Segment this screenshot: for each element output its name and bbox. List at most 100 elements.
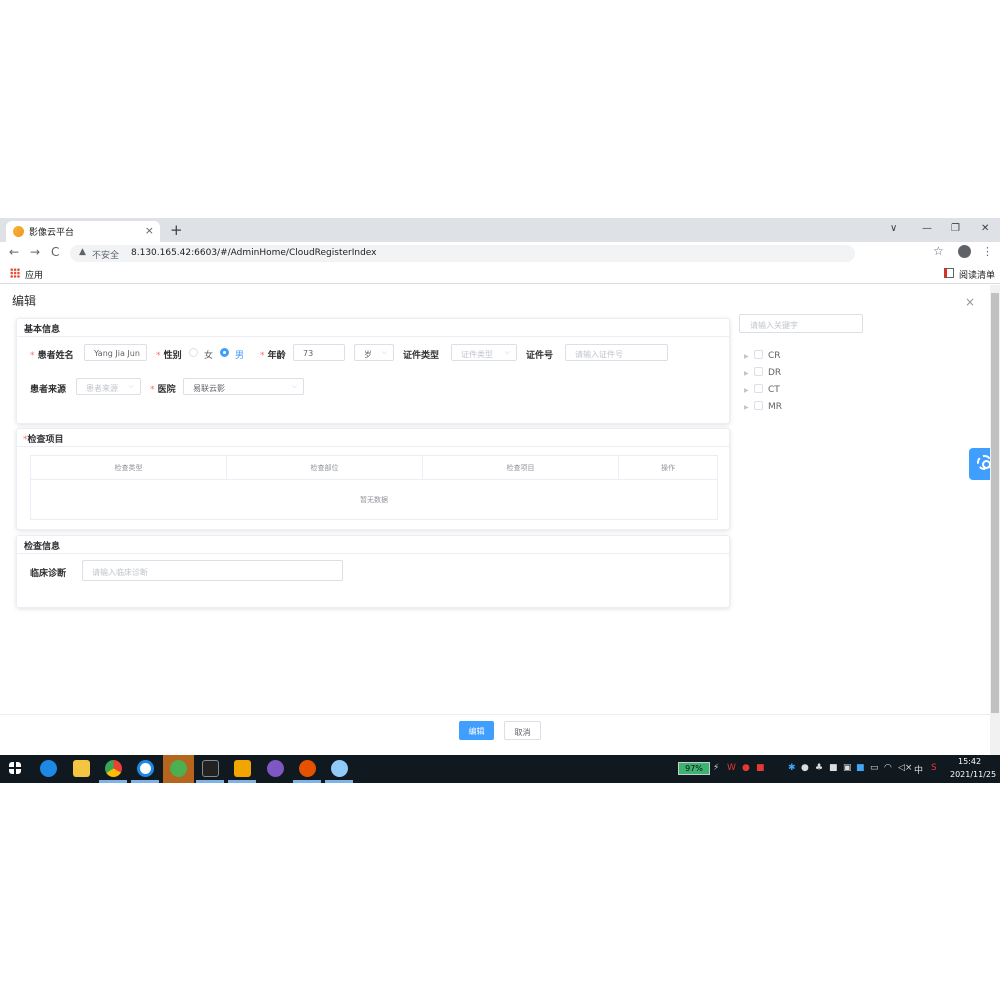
age-unit-select[interactable]: 岁 ⌵ bbox=[354, 344, 394, 361]
tray-app-icon[interactable]: ■ bbox=[756, 763, 765, 773]
tray-app-icon[interactable]: W bbox=[727, 763, 736, 773]
reading-list-label[interactable]: 阅读清单 bbox=[959, 268, 995, 281]
tree-label: CR bbox=[768, 351, 781, 361]
gender-male-radio[interactable] bbox=[220, 348, 229, 357]
reading-list-icon[interactable] bbox=[944, 268, 954, 278]
id-type-select[interactable]: 证件类型 ⌵ bbox=[451, 344, 517, 361]
diagnosis-input[interactable]: 请输入临床诊断 bbox=[82, 560, 343, 581]
basic-info-title: 基本信息 bbox=[17, 319, 729, 337]
id-type-placeholder: 证件类型 bbox=[461, 350, 493, 359]
tab-search-icon[interactable]: ∨ bbox=[890, 223, 897, 234]
reload-button[interactable]: C bbox=[51, 245, 59, 259]
scrollbar-thumb[interactable] bbox=[991, 293, 999, 713]
keyword-search-input[interactable]: 请输入关键字 bbox=[739, 314, 863, 333]
ie-browser-icon[interactable] bbox=[40, 760, 57, 777]
caret-right-icon[interactable]: ▶ bbox=[744, 404, 754, 411]
tree-item-dr[interactable]: ▶ DR bbox=[744, 367, 781, 378]
tree-item-cr[interactable]: ▶ CR bbox=[744, 350, 781, 361]
tree-checkbox[interactable] bbox=[754, 384, 763, 393]
exam-info-title: 检查信息 bbox=[17, 536, 729, 554]
app-icon[interactable] bbox=[299, 760, 316, 777]
dialog-close-icon[interactable]: × bbox=[965, 295, 975, 309]
edit-button[interactable]: 编辑 bbox=[459, 721, 494, 740]
tree-item-mr[interactable]: ▶ MR bbox=[744, 401, 782, 412]
wps-icon[interactable] bbox=[202, 760, 219, 777]
id-no-input[interactable]: 请输入证件号 bbox=[565, 344, 668, 361]
caret-right-icon[interactable]: ▶ bbox=[744, 353, 754, 360]
caret-right-icon[interactable]: ▶ bbox=[744, 370, 754, 377]
exam-items-title: *检查项目 bbox=[17, 429, 729, 447]
profile-avatar-icon[interactable] bbox=[958, 245, 971, 258]
chrome-icon[interactable] bbox=[105, 760, 122, 777]
hospital-label: * 医院 bbox=[150, 385, 176, 395]
tray-app-icon[interactable]: ■ bbox=[829, 763, 838, 773]
keyboard-icon[interactable]: ▭ bbox=[870, 763, 879, 773]
paint-icon[interactable] bbox=[331, 760, 348, 777]
taskbar-active-indicator bbox=[99, 780, 127, 783]
id-no-label: 证件号 bbox=[526, 351, 554, 361]
chevron-down-icon: ⌵ bbox=[128, 382, 134, 390]
apps-grid-icon[interactable] bbox=[10, 268, 20, 278]
tree-checkbox[interactable] bbox=[754, 401, 763, 410]
app-icon[interactable] bbox=[234, 760, 251, 777]
tray-app-icon[interactable]: ● bbox=[742, 763, 750, 773]
bookmark-apps[interactable]: 应用 bbox=[25, 268, 43, 281]
tree-checkbox[interactable] bbox=[754, 367, 763, 376]
window-minimize-button[interactable]: — bbox=[922, 223, 932, 234]
edit-dialog: 编辑 × 基本信息 * 患者姓名 Yang Jia Jun * 性别 女 男 *… bbox=[0, 285, 1000, 756]
tray-app-icon[interactable]: ▣ bbox=[843, 763, 852, 773]
ime-indicator[interactable]: 中 bbox=[914, 763, 923, 776]
hospital-select[interactable]: 易联云影 ⌵ bbox=[183, 378, 304, 395]
wechat-icon[interactable] bbox=[170, 760, 187, 777]
source-label: 患者来源 bbox=[30, 385, 67, 395]
id-no-placeholder: 请输入证件号 bbox=[575, 350, 623, 359]
taskbar-active-indicator bbox=[131, 780, 159, 783]
cancel-button[interactable]: 取消 bbox=[504, 721, 541, 740]
gender-female-label[interactable]: 女 bbox=[204, 348, 213, 361]
windows-start-icon[interactable] bbox=[9, 762, 21, 774]
battery-indicator[interactable]: 97% bbox=[678, 762, 710, 775]
chevron-down-icon: ⌵ bbox=[381, 348, 387, 356]
exam-items-table: 检查类型 检查部位 检查项目 操作 暂无数据 bbox=[30, 455, 718, 520]
dialog-title: 编辑 bbox=[12, 294, 37, 308]
power-plug-icon[interactable]: ⚡ bbox=[713, 763, 719, 773]
browser-toolbar: ← → C ▲ 不安全 8.130.165.42:6603/#/AdminHom… bbox=[0, 242, 1000, 264]
tray-app-icon[interactable]: ■ bbox=[856, 763, 865, 773]
new-tab-button[interactable]: + bbox=[170, 221, 183, 239]
gender-male-label[interactable]: 男 bbox=[235, 348, 244, 361]
insecure-label: 不安全 bbox=[92, 251, 120, 261]
tab-close-icon[interactable]: × bbox=[145, 224, 154, 237]
browser-menu-icon[interactable]: ⋮ bbox=[982, 245, 993, 258]
clock-date[interactable]: 2021/11/25 bbox=[950, 770, 996, 779]
window-close-button[interactable]: ✕ bbox=[981, 223, 989, 234]
qq-browser-icon[interactable] bbox=[137, 760, 154, 777]
page-scrollbar[interactable] bbox=[990, 285, 1000, 755]
browser-tab-strip: 影像云平台 × + ∨ — ❐ ✕ bbox=[0, 218, 1000, 242]
caret-right-icon[interactable]: ▶ bbox=[744, 387, 754, 394]
back-button[interactable]: ← bbox=[9, 245, 19, 259]
forward-button[interactable]: → bbox=[30, 245, 40, 259]
taskbar-active-indicator bbox=[325, 780, 353, 783]
browser-tab[interactable]: 影像云平台 × bbox=[6, 221, 160, 242]
address-bar[interactable]: ▲ 不安全 8.130.165.42:6603/#/AdminHome/Clou… bbox=[70, 245, 855, 262]
window-restore-button[interactable]: ❐ bbox=[951, 223, 960, 234]
tree-label: CT bbox=[768, 385, 780, 395]
chevron-down-icon: ⌵ bbox=[504, 348, 510, 356]
tray-app-icon[interactable]: ● bbox=[801, 763, 809, 773]
volume-icon[interactable]: ◁× bbox=[898, 763, 912, 773]
bluetooth-icon[interactable]: ✱ bbox=[788, 763, 796, 773]
source-placeholder: 患者来源 bbox=[86, 384, 118, 393]
tray-app-icon[interactable]: ♣ bbox=[815, 763, 823, 773]
source-select[interactable]: 患者来源 ⌵ bbox=[76, 378, 141, 395]
tree-item-ct[interactable]: ▶ CT bbox=[744, 384, 780, 395]
age-input[interactable]: 73 bbox=[293, 344, 345, 361]
gender-female-radio[interactable] bbox=[189, 348, 198, 357]
patient-name-input[interactable]: Yang Jia Jun bbox=[84, 344, 147, 361]
tree-checkbox[interactable] bbox=[754, 350, 763, 359]
bookmark-star-icon[interactable]: ☆ bbox=[933, 244, 944, 258]
sogou-input-icon[interactable]: S bbox=[931, 763, 937, 773]
file-explorer-icon[interactable] bbox=[73, 760, 90, 777]
wifi-icon[interactable]: ◠ bbox=[884, 763, 892, 773]
clock-time[interactable]: 15:42 bbox=[958, 757, 981, 766]
app-icon[interactable] bbox=[267, 760, 284, 777]
